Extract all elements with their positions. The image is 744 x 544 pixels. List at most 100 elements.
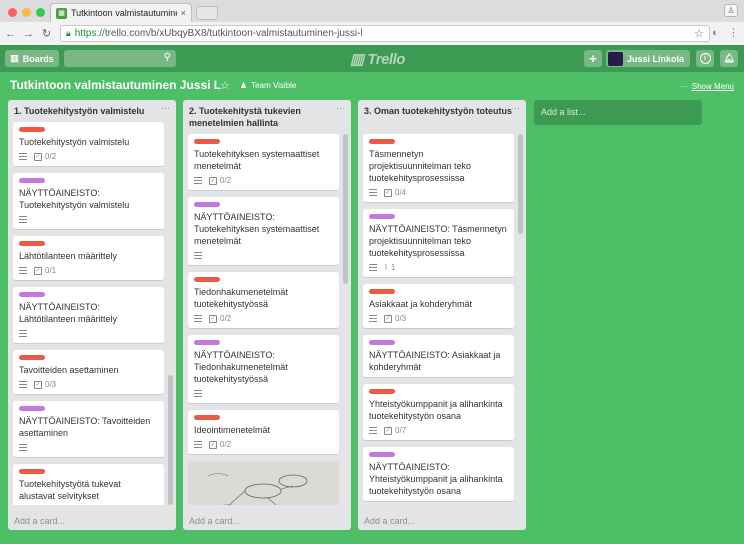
- card[interactable]: NÄYTTÖAINEISTO: Tavoitteiden asettaminen: [13, 401, 164, 458]
- image-card[interactable]: [188, 461, 339, 505]
- member-menu-button[interactable]: Jussi Linkola: [606, 50, 690, 67]
- checklist-count: 0/2: [220, 314, 232, 323]
- tab-close-icon[interactable]: ×: [181, 8, 186, 18]
- checkbox-icon: ✓: [209, 440, 217, 449]
- red-label: [194, 277, 220, 282]
- card-badges: ✓ 0/2: [194, 439, 333, 450]
- scrollbar[interactable]: [343, 134, 348, 284]
- card[interactable]: NÄYTTÖAINEISTO: Asiakkaat ja kohderyhmät: [363, 335, 514, 378]
- search-input[interactable]: ⚲: [64, 50, 176, 67]
- card-title: NÄYTTÖAINEISTO: Tiedonhakumenetelmät tuo…: [194, 350, 288, 384]
- trello-header: ▥ Boards ⚲ ▥ Trello + Jussi Linkola i 🔔︎: [0, 45, 744, 72]
- add-card-link[interactable]: Add a card...: [364, 516, 415, 526]
- card-title: Tuotekehitystyön valmistelu: [19, 137, 130, 147]
- card[interactable]: NÄYTTÖAINEISTO: Lähtötilanteen määrittel…: [13, 287, 164, 344]
- card[interactable]: Tiedonhakumenetelmät tuotekehitystyössä ✓…: [188, 272, 339, 329]
- lists-container: 1. Tuotekehitystyön valmistelu ··· Tuote…: [8, 100, 744, 534]
- card-title: Ideointimenetelmät: [194, 425, 271, 435]
- close-window-button[interactable]: [8, 8, 17, 17]
- new-tab-button[interactable]: [196, 6, 218, 20]
- board-title[interactable]: Tutkintoon valmistautuminen Jussi L: [10, 78, 221, 92]
- checklist-badge: ✓ 0/2: [209, 314, 231, 323]
- attachment-badge: ⌇ 1: [384, 263, 395, 272]
- description-icon: [19, 381, 27, 388]
- card-list: Tuotekehitystyön valmistelu ✓ 0/2 NÄYTTÖAIN…: [13, 122, 164, 505]
- description-icon: [19, 444, 27, 451]
- card-badges: ✓ 0/7: [369, 425, 508, 436]
- address-bar[interactable]: 🔒︎ https://trello.com/b/xUbqyBX8/tutkint…: [60, 25, 710, 42]
- checkbox-icon: ✓: [384, 426, 392, 435]
- checklist-count: 0/7: [395, 426, 407, 435]
- bookmark-star-icon[interactable]: ☆: [694, 27, 704, 40]
- list-menu-icon[interactable]: ···: [161, 103, 170, 113]
- forward-arrow-icon[interactable]: →: [21, 28, 36, 40]
- card[interactable]: Ideointimenetelmät ✓ 0/2: [188, 410, 339, 455]
- scrollbar[interactable]: [518, 134, 523, 234]
- card[interactable]: Yhteistyökumppanit ja alihankinta tuotek…: [363, 384, 514, 441]
- card-badges: ✓ 0/3: [19, 379, 158, 390]
- boards-button[interactable]: ▥ Boards: [5, 50, 59, 67]
- visibility-button[interactable]: ♟ Team Visible: [240, 81, 296, 90]
- card[interactable]: Lähtötilanteen määrittely ✓ 0/1: [13, 236, 164, 281]
- browser-menu-icon[interactable]: ⋮: [728, 26, 739, 39]
- star-board-icon[interactable]: ☆: [220, 79, 230, 92]
- purple-label: [194, 202, 220, 207]
- card[interactable]: Tuotekehitystyötä tukevat alustavat selv…: [13, 464, 164, 505]
- card-title: NÄYTTÖAINEISTO: Yhteistyökumppanit ja al…: [369, 462, 503, 496]
- description-icon: [369, 315, 377, 322]
- notifications-button[interactable]: 🔔︎: [720, 50, 738, 67]
- purple-label: [194, 340, 220, 345]
- card[interactable]: NÄYTTÖAINEISTO: Yhteistyökumppanit ja al…: [363, 447, 514, 502]
- description-icon: [194, 252, 202, 259]
- card-badges: [19, 328, 158, 339]
- card-badges: ✓ 0/2: [19, 151, 158, 162]
- minimize-window-button[interactable]: [22, 8, 31, 17]
- purple-label: [369, 214, 395, 219]
- checklist-badge: ✓ 0/2: [209, 440, 231, 449]
- card[interactable]: NÄYTTÖAINEISTO: Tiedonhakumenetelmät tuo…: [188, 335, 339, 404]
- list-1: 1. Tuotekehitystyön valmistelu ··· Tuote…: [8, 100, 176, 530]
- navigation-bar: ← → ↻ 🔒︎ https://trello.com/b/xUbqyBX8/t…: [0, 22, 744, 45]
- card[interactable]: Tuotekehityksen systemaattiset menetelmä…: [188, 134, 339, 191]
- profile-button[interactable]: ♙: [724, 4, 738, 17]
- checklist-badge: ✓ 0/3: [384, 314, 406, 323]
- card-title: NÄYTTÖAINEISTO: Tuotekehityksen systemaa…: [194, 212, 320, 246]
- back-arrow-icon[interactable]: ←: [3, 28, 18, 40]
- add-card-link[interactable]: Add a card...: [14, 516, 65, 526]
- red-label: [19, 241, 45, 246]
- list-menu-icon[interactable]: ···: [336, 103, 345, 113]
- list-title[interactable]: 3. Oman tuotekehitystyön toteutus: [358, 100, 526, 128]
- maximize-window-button[interactable]: [36, 8, 45, 17]
- checkbox-icon: ✓: [34, 266, 42, 275]
- add-list-button[interactable]: Add a list...: [534, 100, 702, 125]
- trello-logo-icon: ▥: [350, 51, 364, 68]
- extension-icon[interactable]: ◐: [712, 27, 719, 39]
- description-icon: [194, 390, 202, 397]
- red-label: [194, 415, 220, 420]
- add-button[interactable]: +: [584, 50, 602, 67]
- add-card-link[interactable]: Add a card...: [189, 516, 240, 526]
- visibility-label: Team Visible: [251, 81, 297, 90]
- show-menu-link[interactable]: Show Menu: [692, 82, 734, 91]
- card[interactable]: Tuotekehitystyön valmistelu ✓ 0/2: [13, 122, 164, 167]
- menu-dots-icon[interactable]: ···: [680, 82, 688, 91]
- checkbox-icon: ✓: [384, 188, 392, 197]
- team-icon: ♟: [240, 81, 248, 90]
- description-icon: [19, 153, 27, 160]
- scrollbar[interactable]: [168, 375, 173, 505]
- trello-logo[interactable]: ▥ Trello: [350, 50, 405, 68]
- list-title[interactable]: 2. Tuotekehitystä tukevien menetelmien h…: [183, 100, 351, 128]
- card[interactable]: NÄYTTÖAINEISTO: Tuotekehityksen systemaa…: [188, 197, 339, 266]
- card-badges: ✓ 0/4: [369, 187, 508, 198]
- checkbox-icon: ✓: [34, 152, 42, 161]
- card[interactable]: NÄYTTÖAINEISTO: Tuotekehitystyön valmist…: [13, 173, 164, 230]
- info-button[interactable]: i: [696, 50, 714, 67]
- card[interactable]: Täsmennetyn projektisuunnitelman teko tu…: [363, 134, 514, 203]
- card[interactable]: Asiakkaat ja kohderyhmät ✓ 0/3: [363, 284, 514, 329]
- reload-icon[interactable]: ↻: [39, 27, 54, 40]
- description-icon: [19, 267, 27, 274]
- list-menu-icon[interactable]: ···: [511, 103, 520, 113]
- browser-tab[interactable]: ▦ Tutkintoon valmistautuminen ×: [50, 3, 192, 22]
- card[interactable]: Tavoitteiden asettaminen ✓ 0/3: [13, 350, 164, 395]
- card[interactable]: NÄYTTÖAINEISTO: Täsmennetyn projektisuun…: [363, 209, 514, 278]
